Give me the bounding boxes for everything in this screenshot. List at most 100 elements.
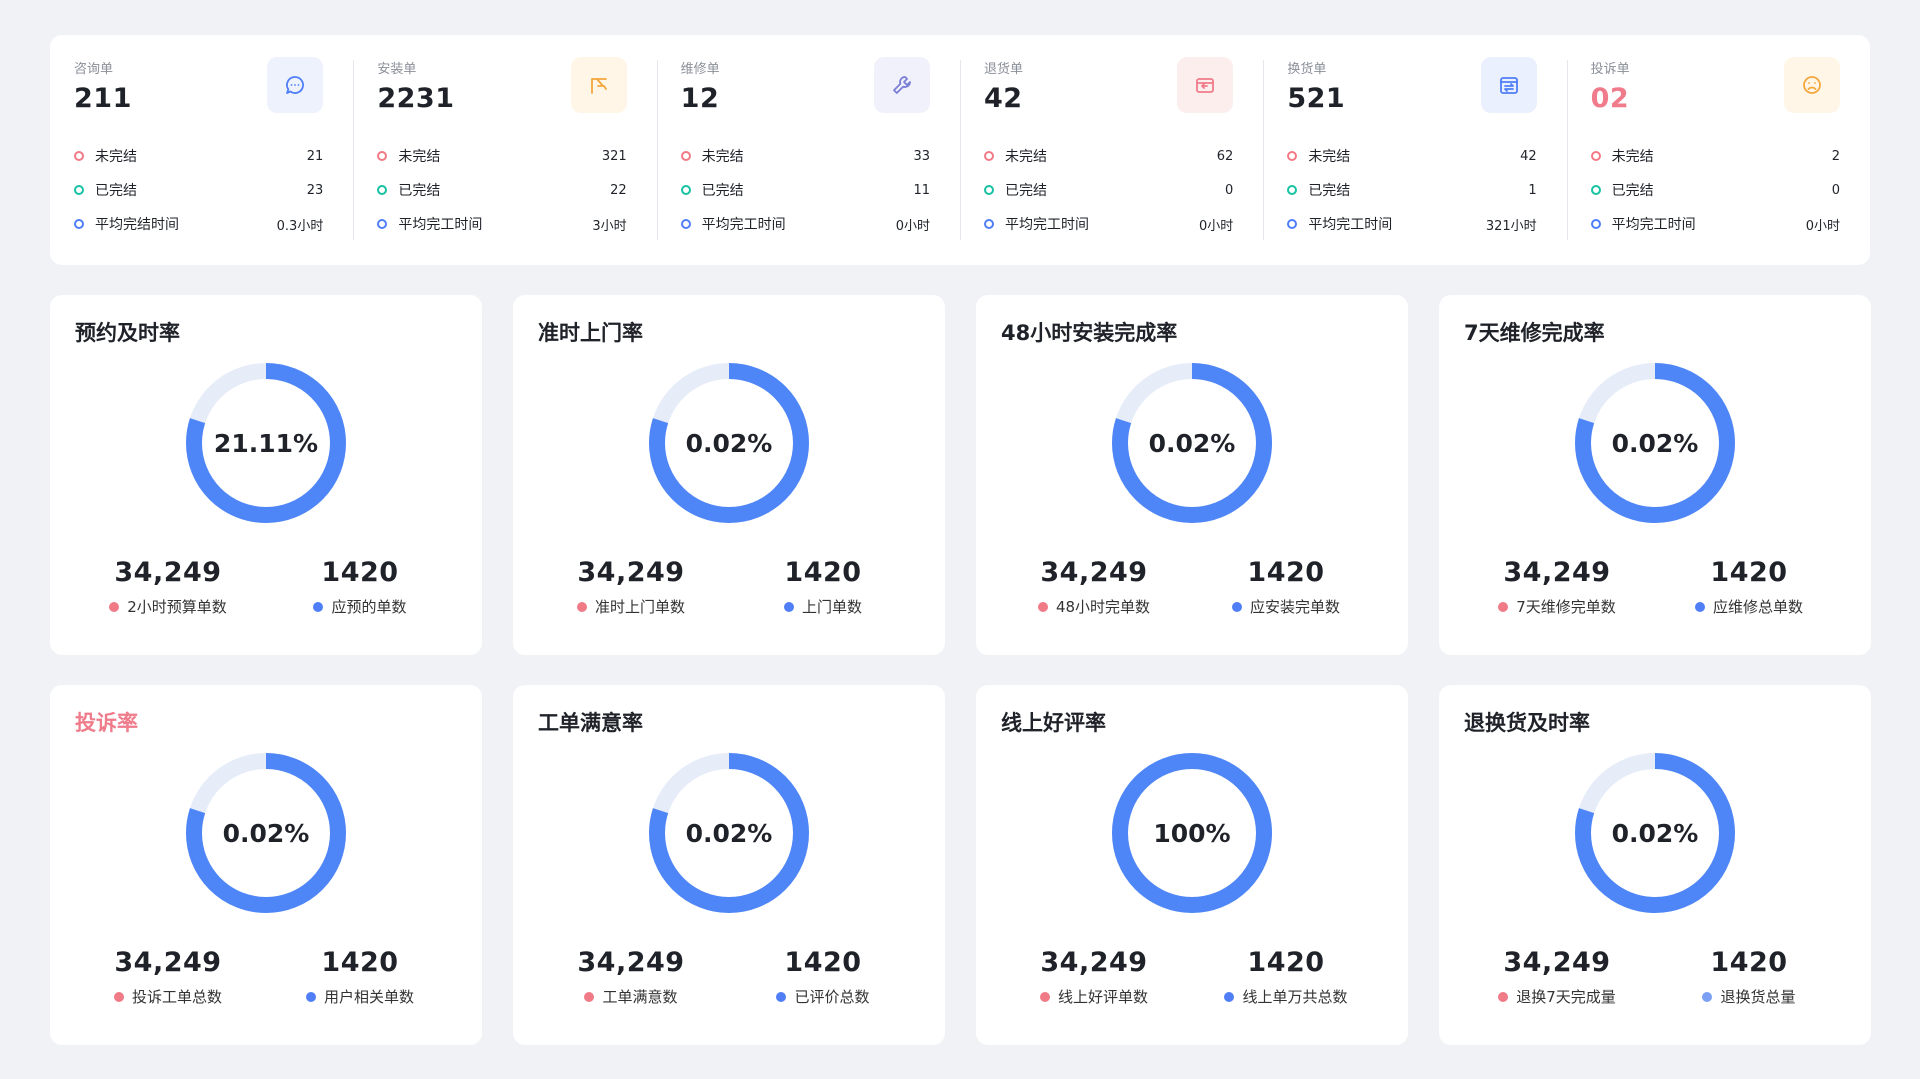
- summary-row-label: 已完结: [1308, 183, 1351, 199]
- summary-panel: 咨询单 211 未完结 21 已完结 23 平均完结时间 0.3小时 安装单 2…: [50, 35, 1870, 265]
- summary-row-label: 已完结: [1611, 183, 1654, 199]
- stat-value: 34,249: [577, 947, 685, 978]
- summary-row: 未完结 321: [377, 139, 627, 173]
- status-dot: [680, 185, 691, 195]
- stat-label-row: 线上单万共总数: [1201, 986, 1371, 1007]
- kpi-left-stat: 34,249 线上好评单数: [1024, 947, 1164, 1007]
- summary-row-label: 已完结: [95, 183, 137, 199]
- kpi-left-stat: 34,249 退换7天完成量: [1487, 947, 1627, 1007]
- summary-row-label: 平均完工时间: [701, 217, 786, 233]
- stat-label-row: 上门单数: [738, 596, 908, 617]
- summary-row: 已完结 0: [983, 173, 1233, 207]
- summary-rows: 未完结 62 已完结 0 平均完工时间 0小时: [983, 139, 1233, 241]
- kpi-card[interactable]: 线上好评率 100% 34,249 线上好评单数 1420 线上单万共总数: [976, 685, 1408, 1045]
- stat-label: 准时上门单数: [594, 598, 685, 616]
- wrench-icon: [873, 57, 930, 113]
- summary-row: 已完结 0: [1590, 173, 1840, 207]
- summary-row: 平均完工时间 0小时: [680, 207, 930, 241]
- summary-rows: 未完结 2 已完结 0 平均完工时间 0小时: [1590, 139, 1840, 241]
- kpi-left-stat: 34,249 2小时预算单数: [98, 557, 238, 617]
- legend-dot: [1498, 991, 1509, 1002]
- kpi-right-stat: 1420 退换货总量: [1664, 947, 1834, 1007]
- summary-row-value: 3小时: [592, 218, 627, 234]
- kpi-title: 工单满意率: [538, 711, 643, 735]
- status-dot: [680, 219, 691, 229]
- summary-row: 平均完工时间 0小时: [1590, 207, 1840, 241]
- stat-label: 退换7天完成量: [1516, 988, 1616, 1006]
- stat-label: 投诉工单总数: [131, 988, 222, 1006]
- summary-row: 已完结 23: [74, 173, 323, 207]
- kpi-card[interactable]: 7天维修完成率 0.02% 34,249 7天维修完单数 1420 应维修总单数: [1439, 295, 1871, 655]
- stat-label-row: 投诉工单总数: [98, 986, 238, 1007]
- summary-row-value: 0小时: [1805, 218, 1840, 234]
- stat-label: 应安装完单数: [1249, 598, 1340, 616]
- stat-label: 退换货总量: [1720, 988, 1796, 1006]
- kpi-card[interactable]: 准时上门率 0.02% 34,249 准时上门单数 1420 上门单数: [513, 295, 945, 655]
- status-dot: [1590, 185, 1601, 195]
- status-dot: [1287, 151, 1298, 161]
- stat-label: 48小时完单数: [1055, 598, 1151, 616]
- install-icon: [570, 57, 627, 113]
- summary-row-label: 平均完工时间: [398, 217, 483, 233]
- summary-row: 平均完工时间 321小时: [1287, 207, 1537, 241]
- stat-value: 1420: [1247, 557, 1325, 588]
- summary-rows: 未完结 42 已完结 1 平均完工时间 321小时: [1287, 139, 1537, 241]
- summary-row-value: 42: [1520, 148, 1537, 164]
- summary-card[interactable]: 咨询单 211 未完结 21 已完结 23 平均完结时间 0.3小时: [50, 35, 353, 265]
- kpi-title: 退换货及时率: [1464, 711, 1590, 735]
- summary-row: 未完结 62: [983, 139, 1233, 173]
- summary-card[interactable]: 退货单 42 未完结 62 已完结 0 平均完工时间 0小时: [959, 35, 1263, 265]
- summary-row-value: 0.3小时: [276, 218, 324, 234]
- kpi-percent: 0.02%: [685, 428, 773, 458]
- summary-card[interactable]: 维修单 12 未完结 33 已完结 11 平均完工时间 0小时: [656, 35, 960, 265]
- kpi-card[interactable]: 预约及时率 21.11% 34,249 2小时预算单数 1420 应预的单数: [50, 295, 482, 655]
- summary-row: 平均完结时间 0.3小时: [74, 207, 323, 241]
- summary-row-label: 未完结: [95, 149, 137, 165]
- summary-row-label: 未完结: [1611, 149, 1654, 165]
- kpi-card[interactable]: 工单满意率 0.02% 34,249 工单满意数 1420 已评价总数: [513, 685, 945, 1045]
- kpi-card[interactable]: 退换货及时率 0.02% 34,249 退换7天完成量 1420 退换货总量: [1439, 685, 1871, 1045]
- kpi-title: 48小时安装完成率: [1001, 321, 1178, 345]
- summary-card[interactable]: 换货单 521 未完结 42 已完结 1 平均完工时间 321小时: [1263, 35, 1566, 265]
- kpi-title: 投诉率: [75, 711, 138, 735]
- kpi-card[interactable]: 48小时安装完成率 0.02% 34,249 48小时完单数 1420 应安装完…: [976, 295, 1408, 655]
- kpi-card[interactable]: 投诉率 0.02% 34,249 投诉工单总数 1420 用户相关单数: [50, 685, 482, 1045]
- summary-row-value: 33: [913, 148, 930, 164]
- summary-row-label: 平均完工时间: [1611, 217, 1696, 233]
- kpi-right-stat: 1420 应维修总单数: [1664, 557, 1834, 617]
- status-dot: [1287, 219, 1298, 229]
- kpi-percent: 0.02%: [1611, 428, 1699, 458]
- summary-card[interactable]: 安装单 2231 未完结 321 已完结 22 平均完工时间 3小时: [353, 35, 656, 265]
- legend-dot: [313, 601, 324, 612]
- summary-row-label: 平均完工时间: [1004, 217, 1089, 233]
- status-dot: [983, 151, 994, 161]
- kpi-title: 7天维修完成率: [1464, 321, 1605, 345]
- summary-row: 已完结 11: [680, 173, 930, 207]
- chat-icon: [267, 57, 324, 113]
- summary-rows: 未完结 21 已完结 23 平均完结时间 0.3小时: [74, 139, 323, 241]
- summary-row: 已完结 22: [377, 173, 627, 207]
- status-dot: [377, 219, 388, 229]
- kpi-left-stat: 34,249 48小时完单数: [1024, 557, 1164, 617]
- stat-value: 1420: [1710, 557, 1788, 588]
- kpi-right-stat: 1420 应安装完单数: [1201, 557, 1371, 617]
- kpi-percent: 0.02%: [1611, 818, 1699, 848]
- stat-label-row: 退换7天完成量: [1487, 986, 1627, 1007]
- stat-label: 2小时预算单数: [127, 598, 227, 616]
- stat-value: 34,249: [1503, 557, 1611, 588]
- kpi-percent: 100%: [1153, 818, 1231, 848]
- stat-value: 34,249: [114, 947, 222, 978]
- stat-label: 用户相关单数: [323, 988, 414, 1006]
- status-dot: [680, 151, 691, 161]
- summary-row-label: 未完结: [1308, 149, 1351, 165]
- legend-dot: [109, 601, 120, 612]
- kpi-percent: 0.02%: [685, 818, 773, 848]
- summary-row-label: 未完结: [398, 149, 441, 165]
- stat-label-row: 应安装完单数: [1201, 596, 1371, 617]
- summary-row: 未完结 2: [1590, 139, 1840, 173]
- kpi-right-stat: 1420 线上单万共总数: [1201, 947, 1371, 1007]
- summary-card[interactable]: 投诉单 02 未完结 2 已完结 0 平均完工时间 0小时: [1566, 35, 1870, 265]
- summary-row: 已完结 1: [1287, 173, 1537, 207]
- status-dot: [983, 185, 994, 195]
- summary-row-label: 未完结: [1004, 149, 1047, 165]
